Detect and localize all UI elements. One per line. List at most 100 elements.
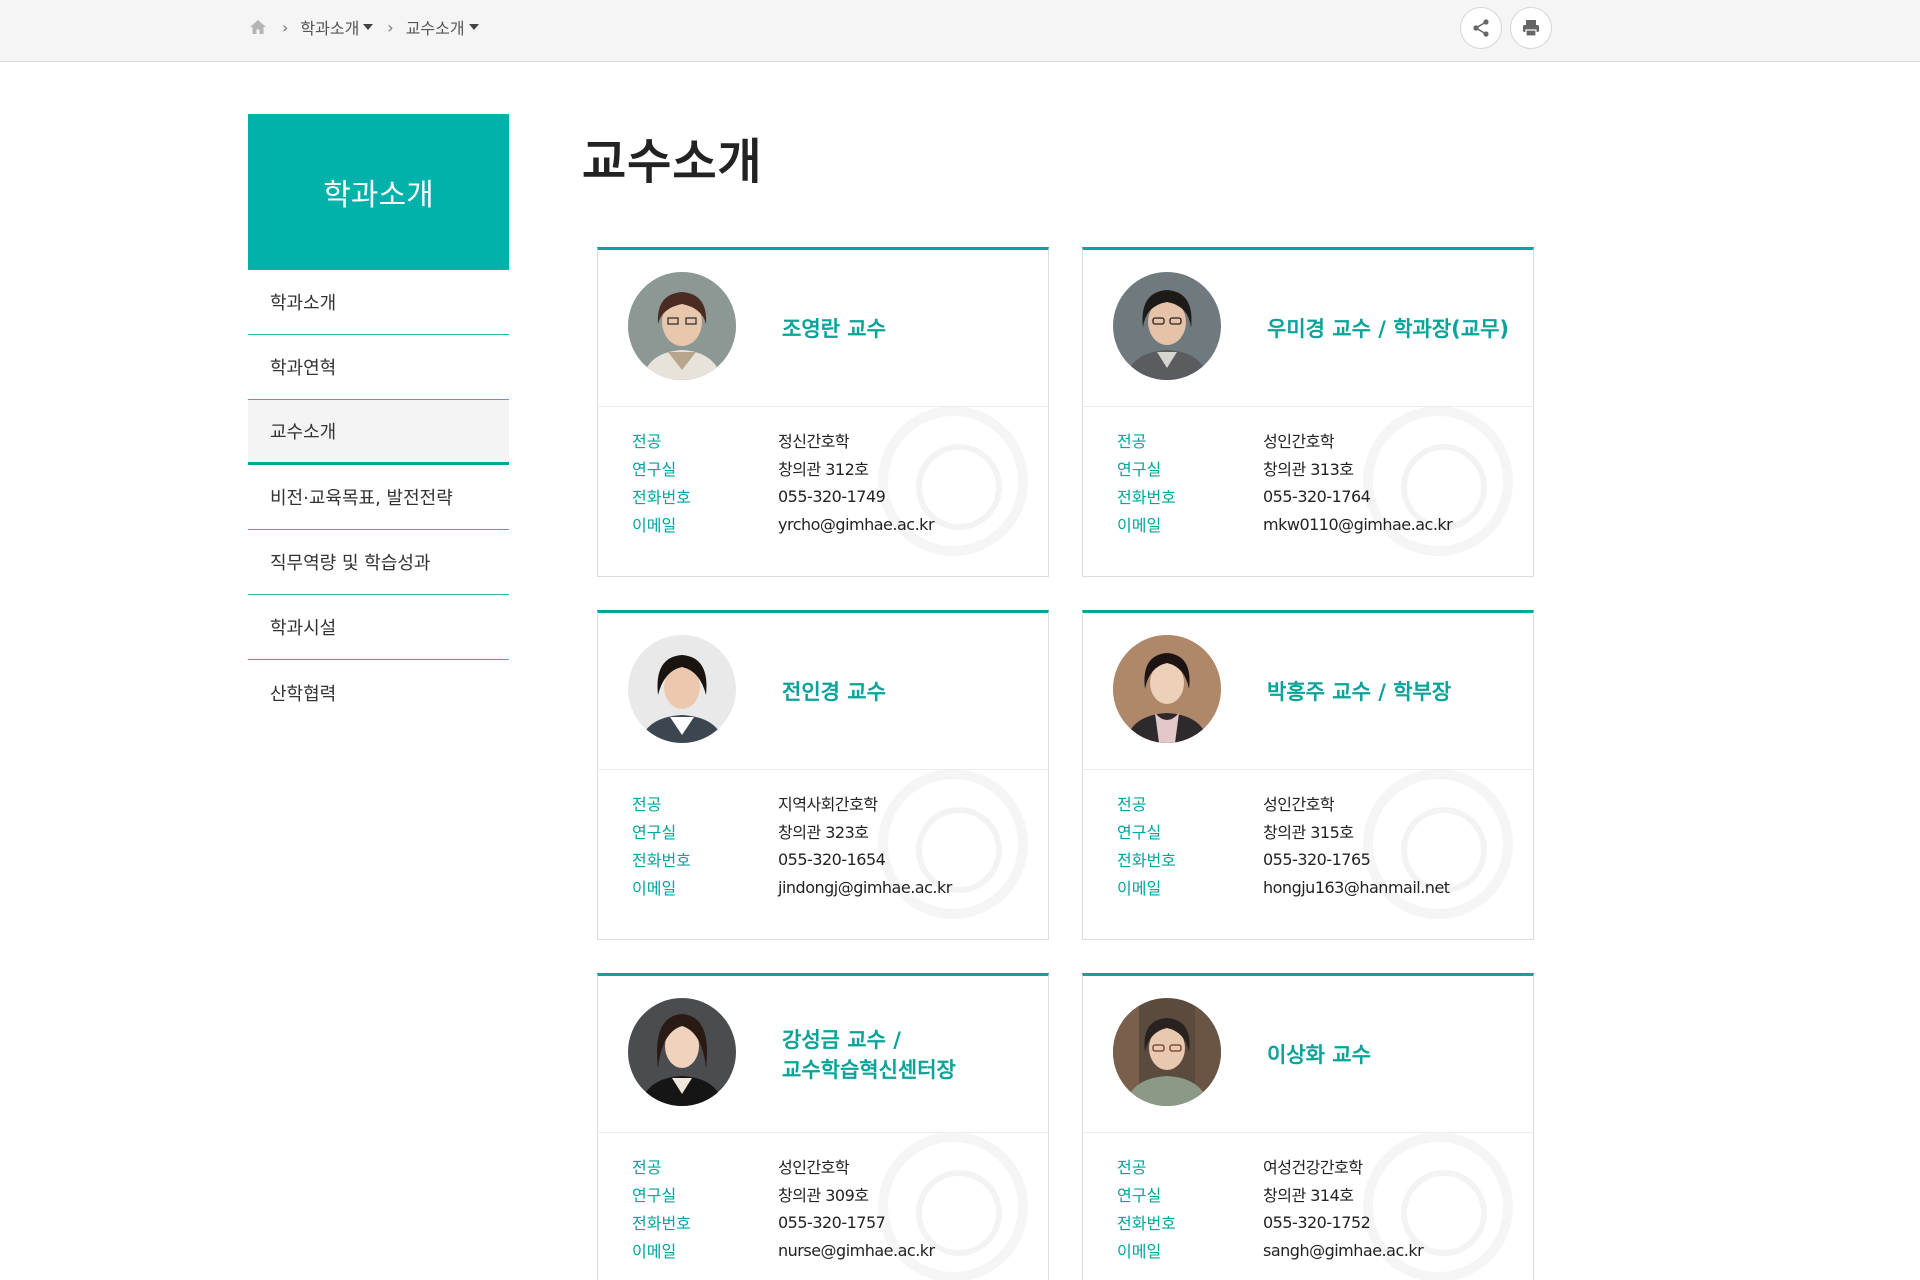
major-value: 정신간호학 — [778, 432, 850, 451]
sidebar-item-competency[interactable]: 직무역량 및 학습성과 — [248, 530, 509, 595]
avatar — [1113, 998, 1221, 1106]
major-label: 전공 — [632, 1158, 662, 1177]
print-icon — [1523, 20, 1539, 37]
office-label: 연구실 — [632, 460, 677, 479]
avatar — [1113, 272, 1221, 380]
office-value: 창의관 313호 — [1263, 460, 1354, 479]
phone-label: 전화번호 — [1117, 1214, 1176, 1233]
sidebar-item-label: 산학협력 — [270, 683, 337, 705]
email-label: 이메일 — [1117, 516, 1162, 535]
sidebar-item-facilities[interactable]: 학과시설 — [248, 595, 509, 660]
office-value: 창의관 309호 — [778, 1186, 869, 1205]
email-value: nurse@gimhae.ac.kr — [778, 1240, 935, 1260]
breadcrumb-label: 교수소개 — [405, 19, 465, 38]
breadcrumb-separator-icon: › — [282, 17, 289, 37]
email-value: yrcho@gimhae.ac.kr — [778, 514, 935, 534]
caret-down-icon — [363, 24, 374, 30]
major-label: 전공 — [632, 432, 662, 451]
major-value: 지역사회간호학 — [778, 795, 878, 814]
office-label: 연구실 — [1117, 460, 1162, 479]
major-label: 전공 — [1117, 1158, 1147, 1177]
major-label: 전공 — [1117, 795, 1147, 814]
breadcrumb-dropdown-page[interactable]: 교수소개 — [406, 15, 479, 39]
major-label: 전공 — [1117, 432, 1147, 451]
sidebar-item-label: 직무역량 및 학습성과 — [270, 553, 431, 574]
sidebar-title: 학과소개 — [248, 114, 509, 270]
office-label: 연구실 — [632, 1186, 677, 1205]
caret-down-icon — [468, 24, 479, 30]
avatar — [628, 272, 736, 380]
email-label: 이메일 — [1117, 879, 1162, 898]
phone-label: 전화번호 — [1117, 488, 1176, 507]
sidebar-item-vision[interactable]: 비전·교육목표, 발전전략 — [248, 465, 509, 530]
office-value: 창의관 312호 — [778, 460, 869, 479]
major-value: 성인간호학 — [1263, 795, 1335, 814]
email-label: 이메일 — [632, 879, 677, 898]
office-label: 연구실 — [1117, 1186, 1162, 1205]
professor-name: 우미경 교수 / 학과장(교무) — [1267, 316, 1509, 341]
phone-value: 055-320-1765 — [1263, 849, 1371, 869]
professor-name: 박홍주 교수 / 학부장 — [1267, 679, 1452, 704]
page-title: 교수소개 — [582, 134, 763, 190]
office-label: 연구실 — [632, 823, 677, 842]
breadcrumb-label: 학과소개 — [300, 19, 360, 38]
phone-value: 055-320-1764 — [1263, 486, 1371, 506]
avatar — [628, 998, 736, 1106]
professor-name: 강성금 교수 / 교수학습혁신센터장 — [782, 976, 1032, 1133]
phone-label: 전화번호 — [632, 488, 691, 507]
sidebar-item-dept-intro[interactable]: 학과소개 — [248, 270, 509, 335]
share-icon — [1473, 19, 1489, 37]
breadcrumb-separator-icon: › — [387, 17, 394, 37]
professor-name: 조영란 교수 — [782, 316, 886, 341]
major-value: 여성건강간호학 — [1263, 1158, 1363, 1177]
email-value: mkw0110@gimhae.ac.kr — [1263, 514, 1453, 534]
phone-value: 055-320-1752 — [1263, 1212, 1371, 1232]
sidebar-item-label: 학과연혁 — [270, 358, 337, 379]
major-label: 전공 — [632, 795, 662, 814]
top-bar: › 학과소개 › 교수소개 — [0, 0, 1920, 62]
email-value: jindongj@gimhae.ac.kr — [778, 877, 952, 897]
email-value: sangh@gimhae.ac.kr — [1263, 1240, 1424, 1260]
email-label: 이메일 — [632, 516, 677, 535]
sidebar-item-history[interactable]: 학과연혁 — [248, 335, 509, 400]
email-value: hongju163@hanmail.net — [1263, 877, 1450, 897]
sidebar-item-label: 교수소개 — [270, 422, 337, 443]
professor-name-line2: 교수학습혁신센터장 — [782, 1057, 956, 1082]
office-value: 창의관 314호 — [1263, 1186, 1354, 1205]
breadcrumb-dropdown-dept[interactable]: 학과소개 — [300, 15, 374, 39]
sidebar-item-label: 학과시설 — [270, 618, 337, 639]
avatar — [1113, 635, 1221, 743]
office-label: 연구실 — [1117, 823, 1162, 842]
professor-card: 박홍주 교수 / 학부장 전공 성인간호학 연구실 창의관 315호 전화번호 055… — [1082, 610, 1534, 940]
phone-value: 055-320-1757 — [778, 1212, 886, 1232]
breadcrumb: › 학과소개 › 교수소개 — [248, 14, 479, 40]
email-label: 이메일 — [632, 1242, 677, 1261]
home-icon[interactable] — [248, 18, 268, 36]
email-label: 이메일 — [1117, 1242, 1162, 1261]
office-value: 창의관 323호 — [778, 823, 869, 842]
sidebar-item-label: 비전·교육목표, 발전전략 — [270, 488, 453, 509]
professor-name-line1: 강성금 교수 / — [782, 1027, 901, 1052]
phone-value: 055-320-1654 — [778, 849, 886, 869]
phone-label: 전화번호 — [1117, 851, 1176, 870]
professor-card: 우미경 교수 / 학과장(교무) 전공 성인간호학 연구실 창의관 313호 전화번… — [1082, 247, 1534, 577]
sidebar: 학과소개 학과소개 학과연혁 교수소개 비전·교육목표, 발전전략 직무역량 및… — [248, 114, 509, 725]
major-value: 성인간호학 — [1263, 432, 1335, 451]
avatar — [628, 635, 736, 743]
professor-card: 이상화 교수 전공 여성건강간호학 연구실 창의관 314호 전화번호 055-320… — [1082, 973, 1534, 1280]
professor-card: 강성금 교수 / 교수학습혁신센터장 전공 성인간호학 연구실 창의관 309호 전… — [597, 973, 1049, 1280]
professor-name: 이상화 교수 — [1267, 1042, 1371, 1067]
sidebar-item-industry[interactable]: 산학협력 — [248, 660, 509, 725]
sidebar-item-label: 학과소개 — [270, 293, 337, 314]
phone-value: 055-320-1749 — [778, 486, 886, 506]
share-button[interactable] — [1460, 7, 1502, 49]
major-value: 성인간호학 — [778, 1158, 850, 1177]
sidebar-item-professors[interactable]: 교수소개 — [248, 400, 509, 465]
office-value: 창의관 315호 — [1263, 823, 1354, 842]
phone-label: 전화번호 — [632, 1214, 691, 1233]
professor-card: 조영란 교수 전공 정신간호학 연구실 창의관 312호 전화번호 055-320-1… — [597, 247, 1049, 577]
print-button[interactable] — [1510, 7, 1552, 49]
professor-card: 전인경 교수 전공 지역사회간호학 연구실 창의관 323호 전화번호 055-320… — [597, 610, 1049, 940]
professor-name: 전인경 교수 — [782, 679, 886, 704]
phone-label: 전화번호 — [632, 851, 691, 870]
